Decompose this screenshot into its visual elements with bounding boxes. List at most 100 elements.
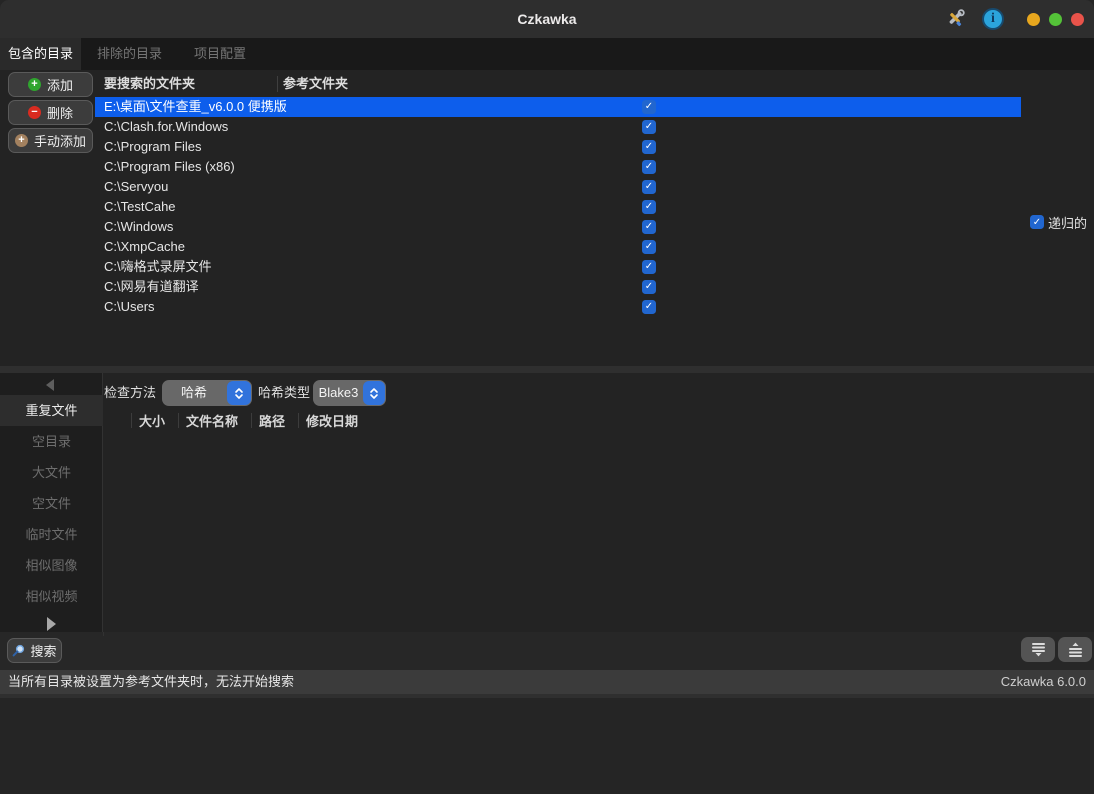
check-icon: ✓ xyxy=(645,100,653,114)
window-minimize-dot[interactable] xyxy=(1027,13,1040,26)
reference-checkbox[interactable]: ✓ xyxy=(642,160,656,174)
sidebar-item[interactable]: 临时文件 xyxy=(0,519,103,550)
directory-path: C:\Program Files xyxy=(104,137,202,157)
wrench-pencil-icon xyxy=(944,8,966,30)
collapse-sidebar-arrow-icon[interactable] xyxy=(46,379,54,391)
check-icon: ✓ xyxy=(645,220,653,234)
sidebar-item[interactable]: 相似视频 xyxy=(0,581,103,612)
check-icon: ✓ xyxy=(645,180,653,194)
settings-tools-icon[interactable] xyxy=(943,7,967,31)
directory-row[interactable]: C:\Users ✓ xyxy=(95,297,1021,317)
check-method-dropdown[interactable]: 哈希 xyxy=(162,380,252,406)
lines-up-arrow-icon xyxy=(1067,642,1084,657)
move-up-results-button[interactable] xyxy=(1058,637,1092,662)
hash-type-dropdown[interactable]: Blake3 xyxy=(313,380,386,406)
directory-row[interactable]: C:\Servyou ✓ xyxy=(95,177,1021,197)
tab[interactable]: 包含的目录 xyxy=(0,38,81,70)
check-icon: ✓ xyxy=(645,280,653,294)
column-header-search-folders[interactable]: 要搜索的文件夹 xyxy=(104,72,195,96)
plus-circle-icon: + xyxy=(15,134,28,147)
check-icon: ✓ xyxy=(645,260,653,274)
reference-checkbox[interactable]: ✓ xyxy=(642,280,656,294)
bottom-toolbar: 搜索 xyxy=(0,632,1094,670)
reference-checkbox[interactable]: ✓ xyxy=(642,180,656,194)
directory-row[interactable]: C:\网易有道翻译 ✓ xyxy=(95,277,1021,297)
empty-area xyxy=(0,698,1094,794)
results-column-header[interactable]: 路径 xyxy=(251,409,298,431)
directory-path: C:\XmpCache xyxy=(104,237,185,257)
reference-checkbox[interactable]: ✓ xyxy=(642,220,656,234)
tab[interactable]: 项目配置 xyxy=(186,38,254,70)
app-version: Czkawka 6.0.0 xyxy=(1001,670,1086,694)
check-icon: ✓ xyxy=(645,140,653,154)
manual-add-button[interactable]: + 手动添加 xyxy=(8,128,93,153)
directory-row[interactable]: C:\TestCahe ✓ xyxy=(95,197,1021,217)
reference-checkbox[interactable]: ✓ xyxy=(642,200,656,214)
column-label: 文件名称 xyxy=(186,411,238,430)
check-icon: ✓ xyxy=(645,200,653,214)
tab-label: 项目配置 xyxy=(194,46,246,61)
add-button-label: 添加 xyxy=(47,75,73,94)
directory-path: C:\Program Files (x86) xyxy=(104,157,235,177)
directory-row[interactable]: C:\Clash.for.Windows ✓ xyxy=(95,117,1021,137)
search-button[interactable]: 搜索 xyxy=(7,638,62,663)
results-panel: 重复文件空目录大文件空文件临时文件相似图像相似视频 检查方法 哈希 哈希类型 B… xyxy=(0,373,1094,632)
reference-checkbox[interactable]: ✓ xyxy=(642,120,656,134)
sidebar-item[interactable]: 空文件 xyxy=(0,488,103,519)
directory-row[interactable]: C:\Program Files ✓ xyxy=(95,137,1021,157)
check-icon: ✓ xyxy=(645,240,653,254)
reference-checkbox[interactable]: ✓ xyxy=(642,300,656,314)
reference-checkbox[interactable]: ✓ xyxy=(642,100,656,114)
results-table-header: 大小 文件名称 路径 修改日期 xyxy=(131,409,371,431)
move-down-results-button[interactable] xyxy=(1021,637,1055,662)
column-label: 路径 xyxy=(259,411,285,430)
directory-row[interactable]: C:\Windows ✓ xyxy=(95,217,1021,237)
add-directory-button[interactable]: + 添加 xyxy=(8,72,93,97)
directory-row[interactable]: C:\XmpCache ✓ xyxy=(95,237,1021,257)
main-tabbar: 包含的目录 排除的目录 项目配置 xyxy=(0,38,1094,70)
sidebar-item-label: 相似图像 xyxy=(25,558,77,573)
directory-row[interactable]: C:\Program Files (x86) ✓ xyxy=(95,157,1021,177)
recursive-option: ✓ 递归的 xyxy=(1030,214,1087,230)
directory-path: C:\嗨格式录屏文件 xyxy=(104,257,212,277)
sidebar-item-label: 空目录 xyxy=(32,434,71,449)
included-directories-panel: + 添加 − 删除 + 手动添加 要搜索的文件夹 参考文件夹 E:\桌面\文件查… xyxy=(0,70,1094,366)
sidebar-item-label: 空文件 xyxy=(32,496,71,511)
expand-tools-arrow-icon[interactable] xyxy=(47,617,56,631)
window-close-dot[interactable] xyxy=(1071,13,1084,26)
directory-path: C:\Windows xyxy=(104,217,173,237)
titlebar: Czkawka i xyxy=(0,0,1094,38)
sidebar-item-label: 大文件 xyxy=(32,465,71,480)
sidebar-border xyxy=(103,632,104,636)
column-header-reference-folders[interactable]: 参考文件夹 xyxy=(283,72,348,96)
results-column-header[interactable]: 修改日期 xyxy=(298,409,371,431)
sidebar-item[interactable]: 空目录 xyxy=(0,426,103,457)
tab[interactable]: 排除的目录 xyxy=(89,38,170,70)
check-method-value: 哈希 xyxy=(162,380,226,406)
reference-checkbox[interactable]: ✓ xyxy=(642,260,656,274)
sidebar-item[interactable]: 重复文件 xyxy=(0,395,103,426)
panel-splitter[interactable] xyxy=(0,366,1094,373)
column-divider xyxy=(298,413,299,428)
results-column-header[interactable]: 文件名称 xyxy=(178,409,251,431)
sidebar-item[interactable]: 相似图像 xyxy=(0,550,103,581)
column-divider xyxy=(251,413,252,428)
directory-row[interactable]: C:\嗨格式录屏文件 ✓ xyxy=(95,257,1021,277)
directory-list: E:\桌面\文件查重_v6.0.0 便携版 ✓ C:\Clash.for.Win… xyxy=(95,97,1021,317)
reference-checkbox[interactable]: ✓ xyxy=(642,140,656,154)
search-icon xyxy=(12,644,25,657)
window-maximize-dot[interactable] xyxy=(1049,13,1062,26)
reference-checkbox[interactable]: ✓ xyxy=(642,240,656,254)
info-icon[interactable]: i xyxy=(982,8,1004,30)
check-icon: ✓ xyxy=(645,120,653,134)
sidebar-item[interactable]: 大文件 xyxy=(0,457,103,488)
remove-directory-button[interactable]: − 删除 xyxy=(8,100,93,125)
check-icon: ✓ xyxy=(645,300,653,314)
czkawka-window: Czkawka i 包含的目录 排除的目录 项目配置 + 添加 xyxy=(0,0,1094,794)
remove-button-label: 删除 xyxy=(47,103,73,122)
recursive-checkbox[interactable]: ✓ xyxy=(1030,215,1044,229)
status-message: 当所有目录被设置为参考文件夹时，无法开始搜索 xyxy=(8,670,294,694)
tab-label: 排除的目录 xyxy=(97,46,162,61)
results-column-header[interactable]: 大小 xyxy=(131,409,178,431)
directory-row[interactable]: E:\桌面\文件查重_v6.0.0 便携版 ✓ xyxy=(95,97,1021,117)
